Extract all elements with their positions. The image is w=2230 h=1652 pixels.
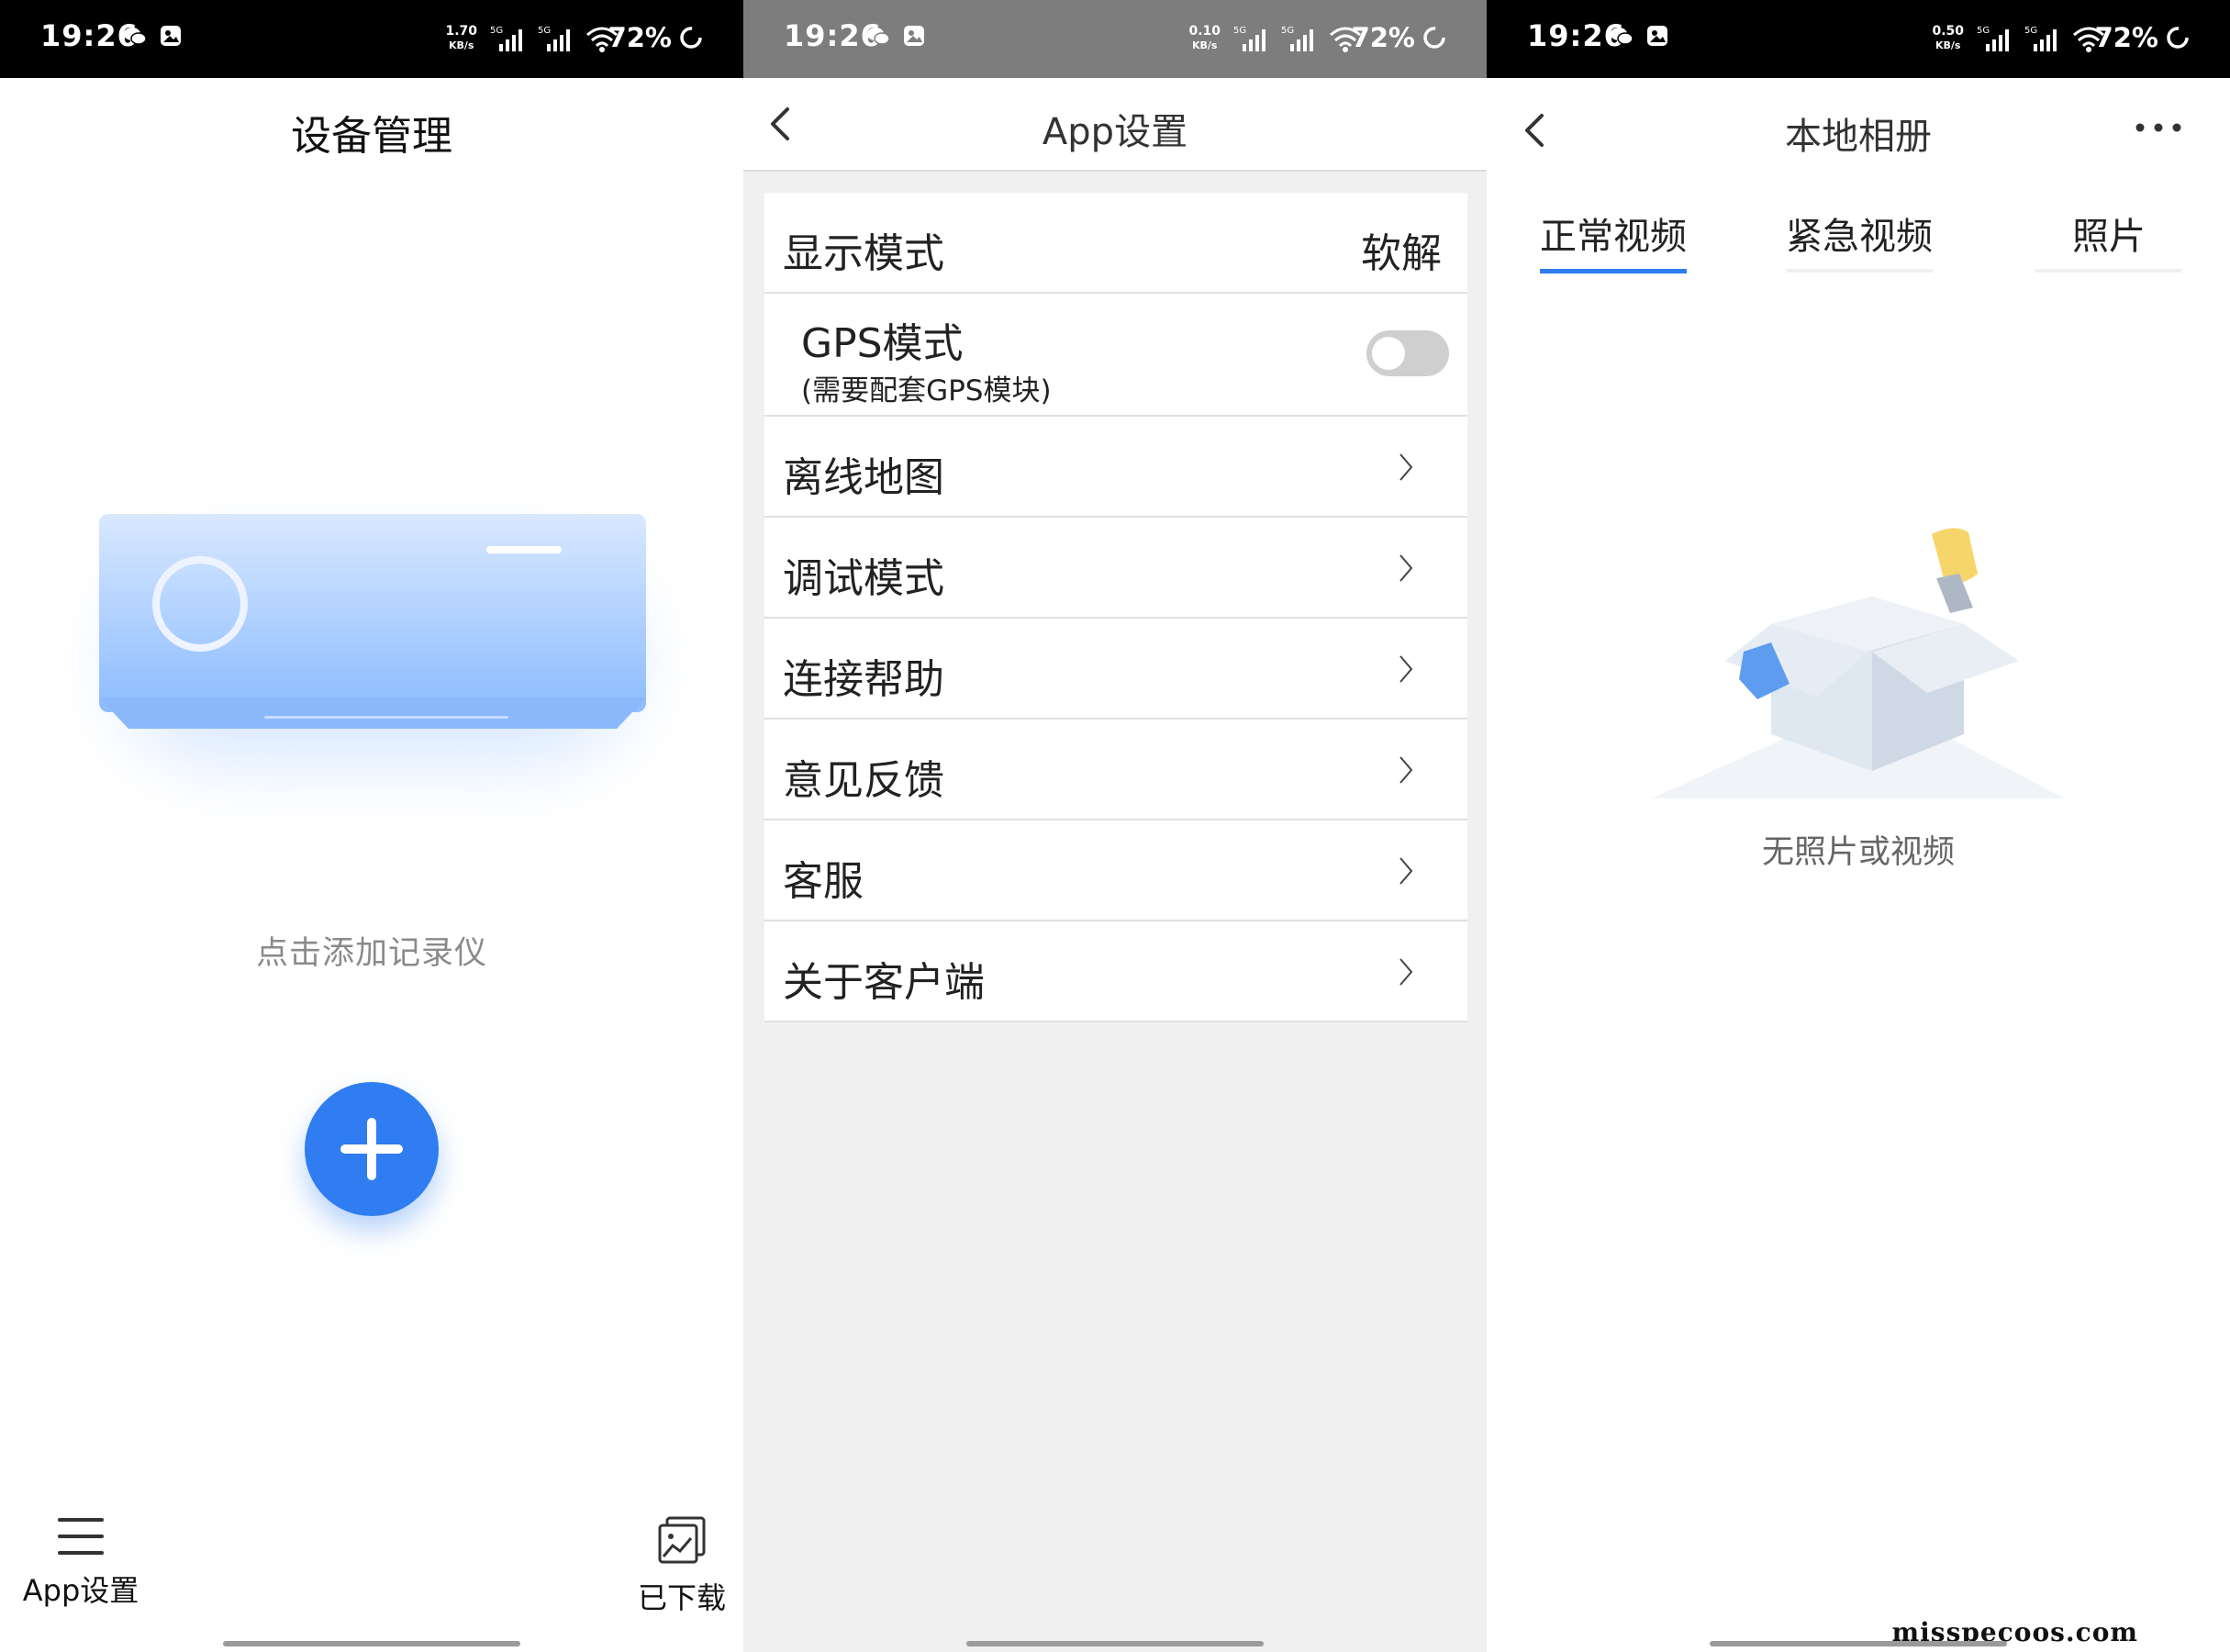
battery-level: 72% <box>608 22 672 53</box>
status-app-icons <box>866 24 933 48</box>
svg-text:5G: 5G <box>1977 26 1990 36</box>
battery-ring-icon <box>680 27 702 49</box>
svg-text:5G: 5G <box>490 26 503 36</box>
signal-5g-icon-2: 5G <box>1281 26 1313 51</box>
local-album-screen: 19:26 0.50 KB/s 5G 5G 72% 本地相册 正常视频 紧急视频 … <box>1487 0 2230 1652</box>
status-app-icons <box>1610 24 1677 48</box>
signal-5g-icon-2: 5G <box>2024 26 2057 51</box>
chevron-right-icon <box>1399 655 1413 683</box>
svg-text:5G: 5G <box>1233 26 1246 36</box>
add-recorder-hint: 点击添加记录仪 <box>255 935 487 972</box>
tab-label: 正常视频 <box>1540 216 1687 258</box>
device-management-screen: 19:26 1.70 KB/s 5G 5G 72% 设备管理 点击添加记录仪 A… <box>0 0 743 1652</box>
header: App设置 <box>743 78 1487 172</box>
album-tabs: 正常视频 紧急视频 照片 <box>1487 197 2230 275</box>
tab-label: 照片 <box>2072 216 2146 258</box>
gps-mode-row: GPS模式 (需要配套GPS模块) <box>764 294 1467 417</box>
battery-ring-icon <box>2167 27 2189 49</box>
gallery-app-icon <box>904 26 925 46</box>
status-bar: 19:26 0.50 KB/s 5G 5G 72% <box>1487 0 2230 78</box>
settings-item-label: 客服 <box>783 858 864 905</box>
tab-normal-video[interactable]: 正常视频 <box>1540 206 1687 260</box>
page-title: 设备管理 <box>291 113 452 160</box>
chevron-right-icon <box>1399 453 1413 481</box>
settings-item-offline-map[interactable]: 离线地图 <box>764 417 1467 518</box>
home-indicator[interactable] <box>966 1641 1264 1646</box>
chevron-right-icon <box>1399 958 1413 986</box>
tab-emergency-video[interactable]: 紧急视频 <box>1786 206 1933 260</box>
display-mode-label: 显示模式 <box>783 230 944 277</box>
svg-text:5G: 5G <box>2024 26 2037 36</box>
chevron-right-icon <box>1399 554 1413 582</box>
settings-item-customer-service[interactable]: 客服 <box>764 820 1467 921</box>
battery-ring-icon <box>1423 27 1445 49</box>
home-indicator[interactable] <box>223 1641 520 1646</box>
gallery-app-icon <box>1647 26 1668 46</box>
more-options-icon[interactable] <box>2131 114 2186 141</box>
empty-box-illustration <box>1652 528 2065 798</box>
gallery-app-icon <box>161 26 182 46</box>
tab-photos[interactable]: 照片 <box>2035 206 2182 260</box>
settings-item-label: 关于客户端 <box>783 959 985 1006</box>
nav-app-settings-label: App设置 <box>22 1573 139 1608</box>
status-bar: 19:26 1.70 KB/s 5G 5G 72% <box>0 0 743 78</box>
nav-app-settings[interactable]: App设置 <box>17 1516 145 1610</box>
empty-state-text: 无照片或视频 <box>1761 834 1955 871</box>
settings-item-debug-mode[interactable]: 调试模式 <box>764 518 1467 619</box>
network-speed: 1.70 KB/s <box>445 24 477 51</box>
home-indicator[interactable] <box>1710 1641 2007 1646</box>
page-title: App设置 <box>1042 111 1188 153</box>
app-settings-screen: 19:26 0.10 KB/s 5G 5G 72% App设置 显示模式 软解 G… <box>743 0 1487 1652</box>
gps-mode-sublabel: (需要配套GPS模块) <box>801 374 1052 407</box>
settings-item-label: 意见反馈 <box>783 757 944 804</box>
display-mode-row[interactable]: 显示模式 软解 <box>764 193 1467 294</box>
settings-item-label: 调试模式 <box>783 555 944 602</box>
tab-underline <box>2035 269 2182 273</box>
wechat-icon <box>867 28 890 45</box>
battery-level: 72% <box>2094 22 2158 53</box>
tab-underline <box>1786 269 1933 273</box>
signal-5g-icon-2: 5G <box>538 26 570 51</box>
settings-item-about[interactable]: 关于客户端 <box>764 921 1467 1022</box>
settings-list: 显示模式 软解 GPS模式 (需要配套GPS模块) 离线地图 调试模式 连接帮助… <box>764 193 1467 1022</box>
network-speed: 0.50 KB/s <box>1932 24 1964 51</box>
signal-5g-icon: 5G <box>490 26 522 51</box>
network-speed: 0.10 KB/s <box>1188 24 1221 51</box>
display-mode-value: 软解 <box>1361 230 1442 277</box>
chevron-right-icon <box>1399 857 1413 885</box>
svg-text:5G: 5G <box>538 26 551 36</box>
settings-item-connection-help[interactable]: 连接帮助 <box>764 619 1467 720</box>
tab-label: 紧急视频 <box>1786 216 1933 258</box>
wechat-icon <box>124 28 147 45</box>
battery-level: 72% <box>1351 22 1415 53</box>
settings-item-label: 离线地图 <box>783 454 944 501</box>
signal-5g-icon: 5G <box>1977 26 2009 51</box>
status-app-icons <box>123 24 190 48</box>
nav-downloaded[interactable]: 已下载 <box>613 1516 743 1617</box>
add-recorder-button[interactable] <box>305 1082 439 1216</box>
status-bar: 19:26 0.10 KB/s 5G 5G 72% <box>743 0 1487 78</box>
settings-item-feedback[interactable]: 意见反馈 <box>764 720 1467 820</box>
tab-active-indicator <box>1540 269 1687 273</box>
wechat-icon <box>1611 28 1633 45</box>
chevron-right-icon <box>1399 756 1413 784</box>
dashcam-illustration <box>83 496 670 798</box>
gps-mode-toggle[interactable] <box>1366 330 1449 376</box>
settings-item-label: 连接帮助 <box>783 656 944 703</box>
nav-downloaded-label: 已下载 <box>637 1580 726 1615</box>
plus-icon <box>340 1118 403 1180</box>
menu-icon <box>58 1518 104 1555</box>
signal-5g-icon: 5G <box>1233 26 1266 51</box>
gallery-icon <box>658 1516 706 1564</box>
svg-text:5G: 5G <box>1281 26 1294 36</box>
page-title: 本地相册 <box>1785 116 1932 158</box>
gps-mode-label: GPS模式 <box>801 320 964 367</box>
